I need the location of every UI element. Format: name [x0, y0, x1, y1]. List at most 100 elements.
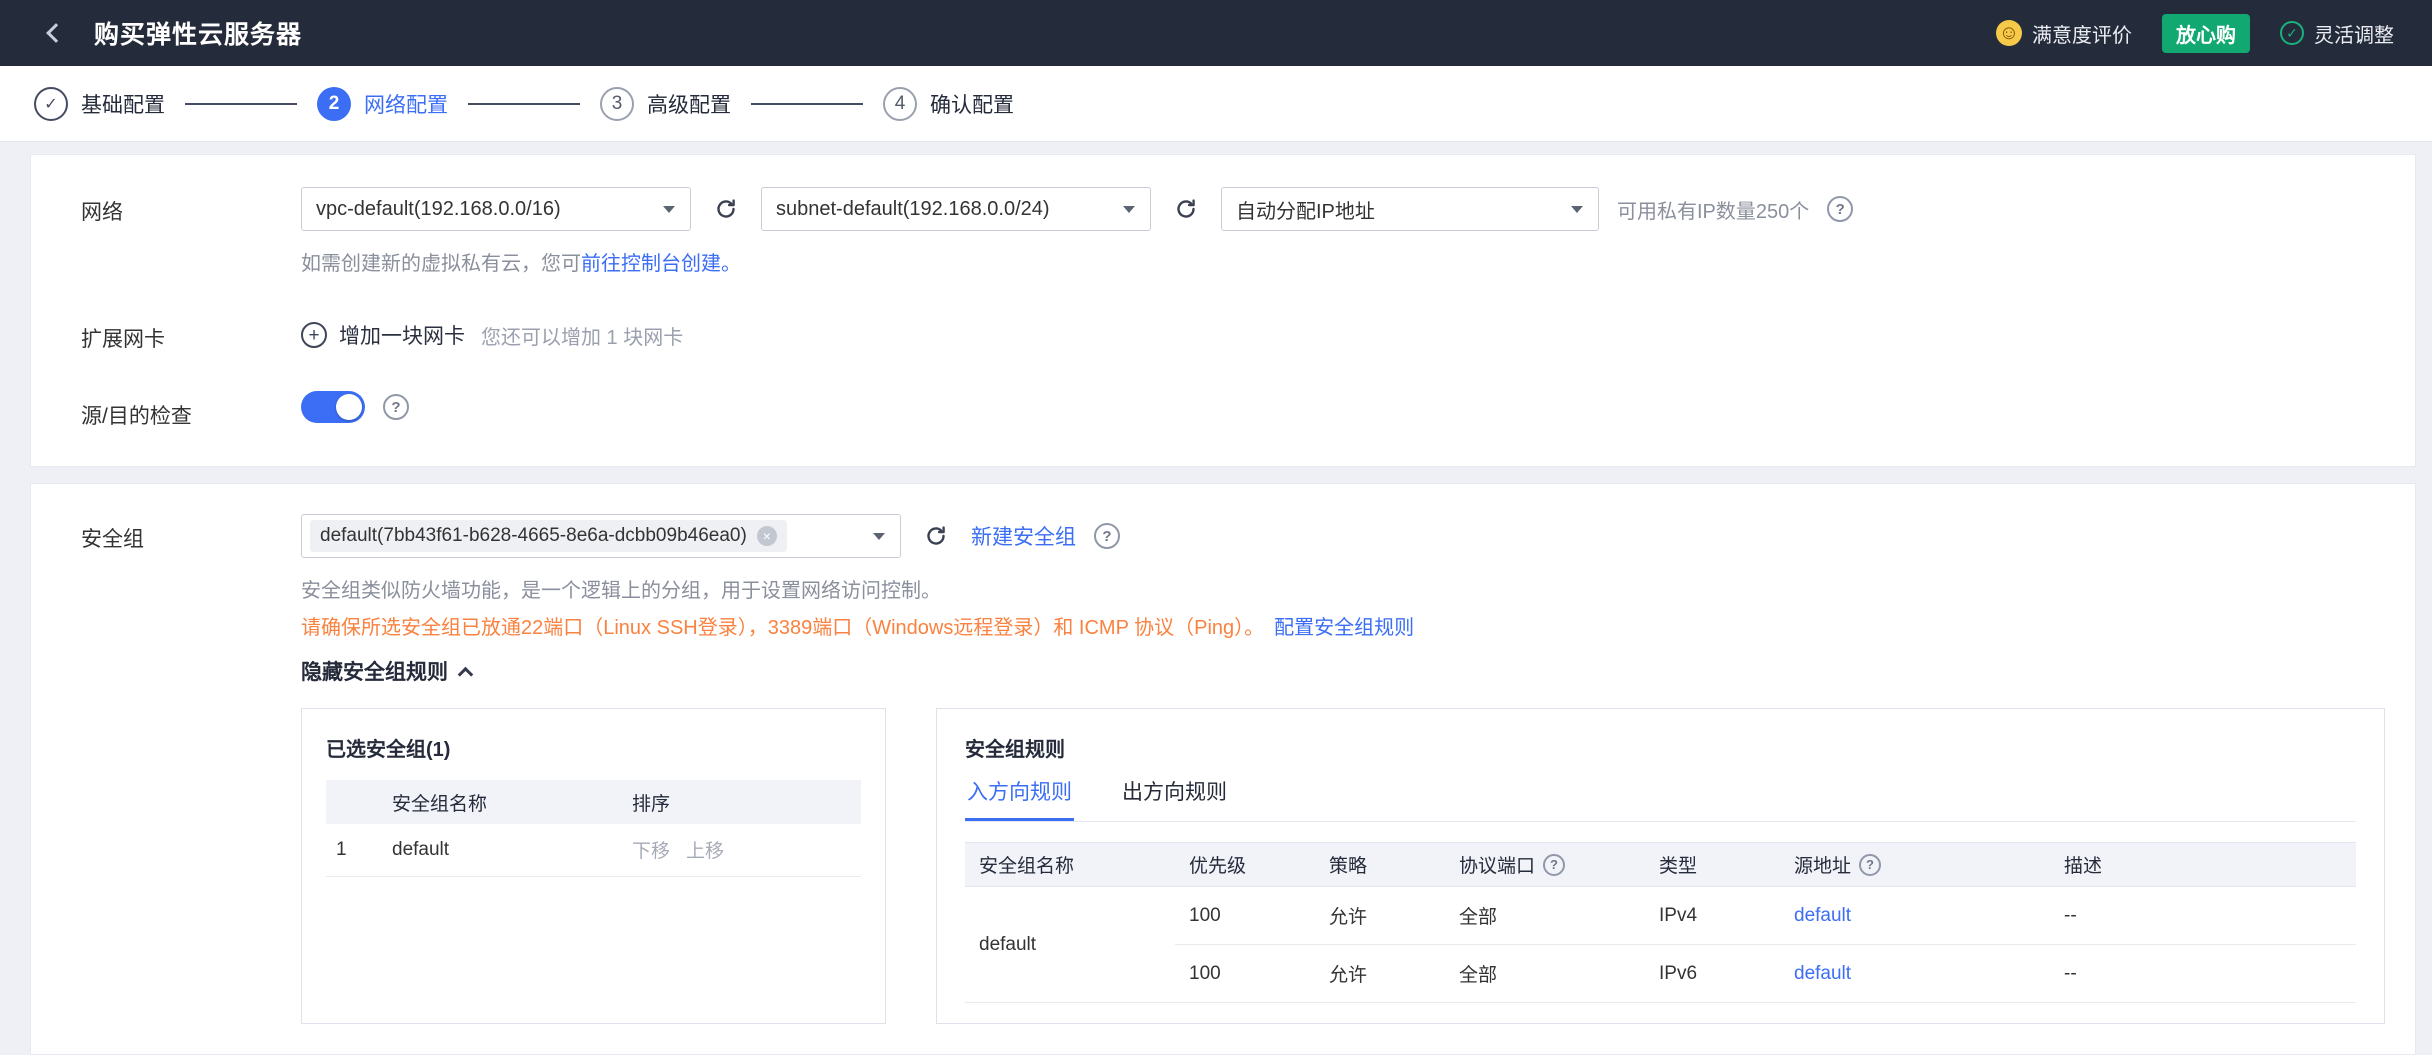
ip-mode-select-value: 自动分配IP地址 — [1236, 200, 1375, 223]
step-label: 确认配置 — [930, 93, 1014, 117]
step-number: 4 — [883, 86, 917, 121]
flexible-adjust-label: 灵活调整 — [2314, 24, 2394, 47]
caret-down-icon — [858, 515, 900, 557]
sg-name: default — [382, 824, 622, 877]
rule-type: IPv6 — [1645, 944, 1780, 1003]
subnet-select[interactable]: subnet-default(192.168.0.0/24) — [761, 187, 1151, 231]
refresh-vpc-button[interactable] — [709, 192, 743, 226]
selected-sg-table-header: 安全组名称 排序 — [326, 780, 861, 824]
src-dst-check-row: 源/目的检查 ? — [31, 391, 2415, 430]
sg-rules-table: 安全组名称 优先级 策略 协议端口 ? 类型 源地址 ? 描述 default … — [965, 842, 2356, 1003]
caret-down-icon — [1556, 188, 1598, 230]
help-icon[interactable]: ? — [1827, 196, 1854, 222]
create-vpc-link[interactable]: 前往控制台创建。 — [581, 253, 741, 275]
rule-group-name: default — [965, 886, 1175, 1003]
tab-inbound-rules[interactable]: 入方向规则 — [965, 776, 1074, 821]
security-group-select[interactable]: default(7bb43f61-b628-4665-8e6a-dcbb09b4… — [301, 514, 901, 558]
caret-down-icon — [648, 188, 690, 230]
nic-remaining-hint: 您还可以增加 1 块网卡 — [481, 326, 684, 349]
refresh-icon — [1177, 199, 1195, 218]
help-icon[interactable]: ? — [1094, 523, 1120, 549]
rule-source-link[interactable]: default — [1794, 905, 1851, 926]
create-sg-link[interactable]: 新建安全组 — [971, 521, 1076, 551]
step-basic-config[interactable]: ✓ 基础配置 — [34, 86, 165, 121]
tab-outbound-rules[interactable]: 出方向规则 — [1120, 776, 1229, 821]
help-icon[interactable]: ? — [1543, 853, 1566, 876]
network-panel: 网络 vpc-default(192.168.0.0/16) subnet-de… — [30, 154, 2416, 467]
sg-detail-boxes: 已选安全组(1) 安全组名称 排序 1 default 下移 上移 安全组规则 … — [301, 708, 2385, 1024]
sg-rules-table-header: 安全组名称 优先级 策略 协议端口 ? 类型 源地址 ? 描述 — [965, 842, 2356, 887]
vpc-select-value: vpc-default(192.168.0.0/16) — [316, 197, 561, 220]
sg-rules-tabs: 入方向规则 出方向规则 — [965, 776, 2356, 822]
step-label: 基础配置 — [81, 93, 165, 117]
page-title: 购买弹性云服务器 — [94, 21, 303, 49]
step-divider — [185, 102, 297, 105]
extend-nic-row: 扩展网卡 + 增加一块网卡 您还可以增加 1 块网卡 — [31, 314, 2415, 353]
chevron-up-icon — [457, 666, 474, 682]
refresh-sg-button[interactable] — [919, 519, 953, 553]
rule-port: 全部 — [1445, 944, 1645, 1003]
vpc-hint-row: 如需创建新的虚拟私有云，您可前往控制台创建。 — [301, 247, 2385, 276]
col-policy: 策略 — [1315, 842, 1445, 887]
flexible-adjust-link[interactable]: ✓ 灵活调整 — [2280, 19, 2394, 48]
src-dst-check-toggle[interactable] — [301, 391, 365, 423]
move-down-button[interactable]: 下移 — [632, 836, 670, 863]
plus-circle-icon: + — [301, 322, 327, 348]
refresh-icon — [927, 526, 945, 545]
check-circle-icon: ✓ — [2280, 21, 2304, 45]
sg-warning-row: 请确保所选安全组已放通22端口（Linux SSH登录），3389端口（Wind… — [301, 611, 2385, 640]
rule-description: -- — [2050, 886, 2356, 945]
hide-sg-rules-toggle[interactable]: 隐藏安全组规则 — [301, 656, 2385, 686]
rule-row-ipv4: default 100 允许 全部 IPv4 default -- — [965, 886, 2356, 1003]
hide-sg-rules-label: 隐藏安全组规则 — [301, 661, 448, 684]
sort-column-header: 排序 — [632, 793, 671, 815]
page: 购买弹性云服务器 ☺ 满意度评价 放心购 ✓ 灵活调整 ✓ 基础配置 2 网络配… — [0, 0, 2432, 1055]
rule-source-link[interactable]: default — [1794, 963, 1851, 984]
sg-description: 安全组类似防火墙功能，是一个逻辑上的分组，用于设置网络访问控制。 — [301, 580, 941, 602]
step-network-config[interactable]: 2 网络配置 — [317, 86, 448, 121]
network-label: 网络 — [81, 201, 123, 224]
security-group-panel: 安全组 default(7bb43f61-b628-4665-8e6a-dcbb… — [30, 483, 2416, 1055]
move-up-button[interactable]: 上移 — [686, 836, 724, 863]
col-type: 类型 — [1645, 842, 1780, 887]
help-icon[interactable]: ? — [383, 394, 409, 420]
extend-nic-label: 扩展网卡 — [81, 328, 165, 351]
available-ip-count: 可用私有IP数量250个 — [1617, 200, 1810, 223]
selected-sg-table-row: 1 default 下移 上移 — [326, 824, 861, 877]
col-description: 描述 — [2050, 842, 2356, 887]
rule-description: -- — [2050, 944, 2356, 1003]
remove-tag-icon[interactable]: × — [756, 526, 777, 546]
add-nic-button[interactable]: + 增加一块网卡 — [301, 320, 465, 350]
step-confirm-config[interactable]: 4 确认配置 — [883, 86, 1014, 121]
step-wizard: ✓ 基础配置 2 网络配置 3 高级配置 4 确认配置 — [0, 66, 2432, 142]
assurance-badge[interactable]: 放心购 — [2162, 13, 2250, 53]
sg-rules-box: 安全组规则 入方向规则 出方向规则 安全组名称 优先级 策略 协议端口 ? 类型… — [936, 708, 2385, 1024]
satisfaction-link[interactable]: ☺ 满意度评价 — [1996, 19, 2132, 48]
rule-policy: 允许 — [1315, 886, 1445, 945]
rule-port: 全部 — [1445, 886, 1645, 945]
rule-priority: 100 — [1175, 944, 1315, 1003]
selected-sg-tag: default(7bb43f61-b628-4665-8e6a-dcbb09b4… — [310, 520, 787, 552]
index-column-header — [326, 780, 382, 824]
name-column-header: 安全组名称 — [392, 793, 488, 815]
vpc-select[interactable]: vpc-default(192.168.0.0/16) — [301, 187, 691, 231]
header-actions: ☺ 满意度评价 放心购 ✓ 灵活调整 — [1996, 13, 2394, 53]
vpc-hint-text: 如需创建新的虚拟私有云，您可 — [301, 253, 581, 275]
back-button[interactable] — [38, 15, 74, 51]
back-icon — [46, 23, 66, 43]
ip-mode-select[interactable]: 自动分配IP地址 — [1221, 187, 1599, 231]
sg-rules-box-title: 安全组规则 — [965, 739, 1065, 761]
step-advanced-config[interactable]: 3 高级配置 — [600, 86, 731, 121]
step-divider — [468, 102, 580, 105]
configure-sg-rules-link[interactable]: 配置安全组规则 — [1274, 617, 1414, 639]
step-label: 高级配置 — [647, 93, 731, 117]
refresh-subnet-button[interactable] — [1169, 192, 1203, 226]
selected-sg-tag-label: default(7bb43f61-b628-4665-8e6a-dcbb09b4… — [320, 525, 747, 546]
sg-warning-text: 请确保所选安全组已放通22端口（Linux SSH登录），3389端口（Wind… — [301, 617, 1265, 639]
add-nic-label: 增加一块网卡 — [339, 325, 465, 348]
subnet-select-value: subnet-default(192.168.0.0/24) — [776, 197, 1050, 220]
selected-sg-box: 已选安全组(1) 安全组名称 排序 1 default 下移 上移 — [301, 708, 886, 1024]
caret-down-icon — [1108, 188, 1150, 230]
help-icon[interactable]: ? — [1859, 853, 1882, 876]
sort-actions: 下移 上移 — [632, 836, 851, 863]
